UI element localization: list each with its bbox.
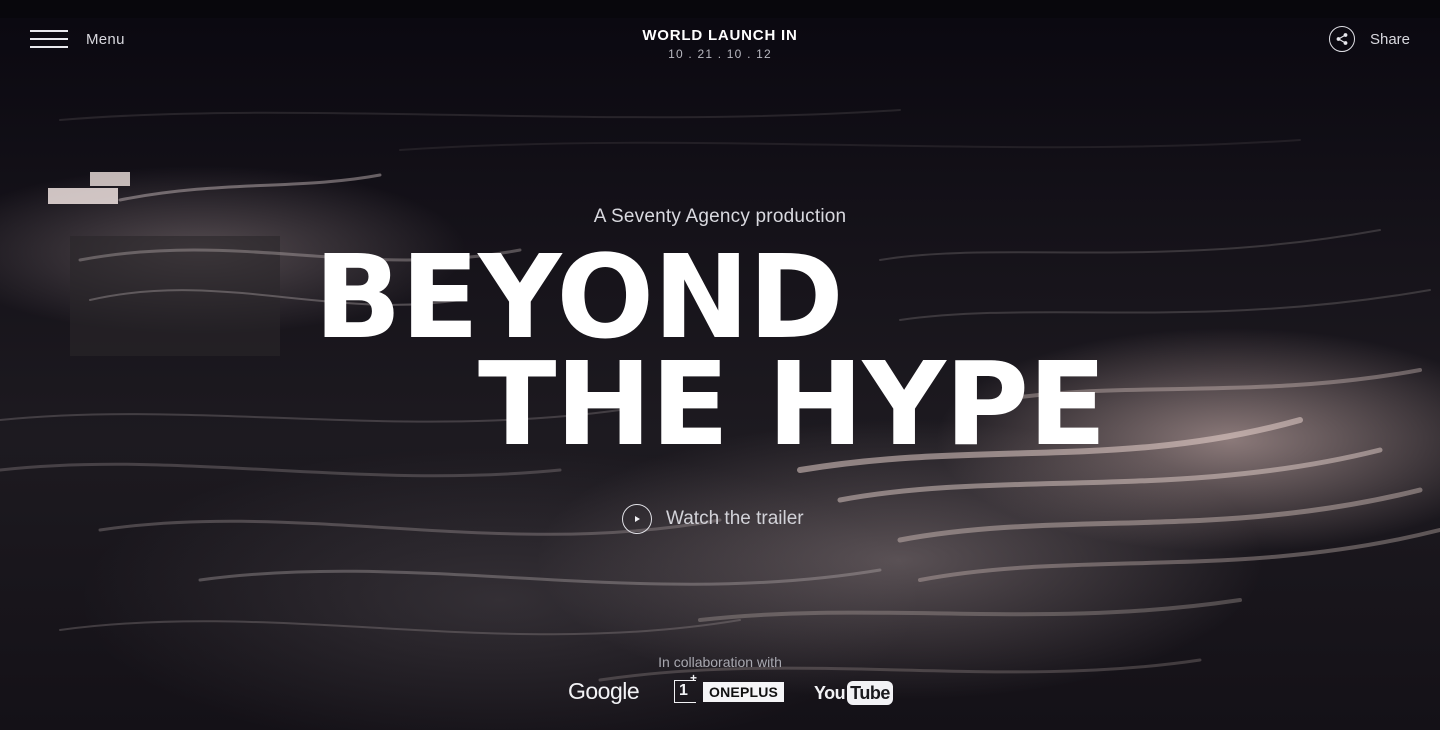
menu-label: Menu [86,30,125,48]
launch-title: WORLD LAUNCH IN [642,27,798,44]
launch-countdown: 10 . 21 . 10 . 12 [668,47,772,61]
watch-trailer-button[interactable]: Watch the trailer [622,503,804,535]
youtube-logo: You Tube [814,680,893,706]
share-icon [1328,26,1355,52]
menu-button[interactable]: Menu [30,28,125,50]
partner-logos: Google 1 + ONEPLUS You Tube [566,671,893,712]
hamburger-icon [30,29,68,49]
share-label: Share [1369,30,1410,48]
play-icon [622,504,652,534]
share-button[interactable]: Share [1328,26,1410,52]
oneplus-logo-mark: 1 + [674,671,697,703]
launch-countdown-block: WORLD LAUNCH IN 10 . 21 . 10 . 12 [570,27,870,62]
collaboration-label: In collaboration with [658,654,782,670]
production-credit: A Seventy Agency production [593,206,847,227]
headline-line-2: THE HYPE [478,338,1107,472]
google-logo: Google [568,678,640,704]
watch-trailer-label: Watch the trailer [666,508,804,529]
oneplus-logo-text: ONEPLUS [703,682,785,702]
